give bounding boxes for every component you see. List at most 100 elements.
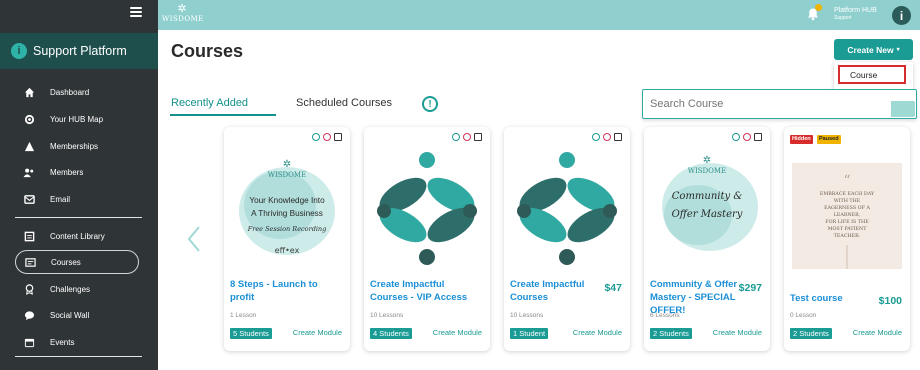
course-price: $297 xyxy=(738,282,762,294)
student-count-badge[interactable]: 2 Students xyxy=(650,328,692,339)
quote-thumbnail: “ EMBRACE EACH DAY WITH THE EAGERNESS OF… xyxy=(792,163,902,269)
sidebar-item-content-library[interactable]: Content Library xyxy=(15,224,139,248)
caret-down-icon: ▾ xyxy=(896,47,900,53)
sidebar-item-label: Content Library xyxy=(50,231,105,241)
sidebar-item-label: Email xyxy=(50,194,71,204)
thumb-line-1: Community & xyxy=(672,191,743,202)
quote-line: TEACHER. xyxy=(834,233,861,239)
sidebar-item-email[interactable]: Email xyxy=(15,187,139,211)
edit-icon[interactable] xyxy=(452,133,460,141)
page-title: Courses xyxy=(171,41,244,61)
create-module-link[interactable]: Create Module xyxy=(293,328,342,337)
menu-item-course[interactable]: Course xyxy=(838,65,906,84)
logo-wordmark: WISDOME xyxy=(162,15,204,23)
alert-icon[interactable]: ! xyxy=(422,96,438,112)
course-card[interactable]: Create Impactful Courses $47 10 Lessons … xyxy=(504,127,630,351)
quote-line: EAGERNESS OF A xyxy=(824,205,870,211)
tab-scheduled-courses[interactable]: Scheduled Courses xyxy=(296,97,392,109)
sidebar-item-courses[interactable]: Courses xyxy=(15,250,139,274)
sidebar-item-social-wall[interactable]: Social Wall xyxy=(15,303,139,327)
delete-icon[interactable] xyxy=(743,133,751,141)
edit-icon[interactable] xyxy=(732,133,740,141)
create-module-link[interactable]: Create Module xyxy=(433,328,482,337)
butterfly-logo-icon xyxy=(377,152,477,265)
tab-recently-added[interactable]: Recently Added xyxy=(171,97,248,109)
sidebar-item-dashboard[interactable]: Dashboard xyxy=(15,80,139,104)
brand-logo[interactable]: ✲ WISDOME xyxy=(162,3,204,28)
logo-mark-icon: ✲ xyxy=(177,3,187,15)
copy-icon[interactable] xyxy=(474,133,482,141)
sidebar-divider xyxy=(15,356,142,357)
student-count-badge[interactable]: 4 Students xyxy=(370,328,412,339)
hamburger-menu-icon[interactable] xyxy=(130,7,142,17)
copy-icon[interactable] xyxy=(614,133,622,141)
student-count-badge[interactable]: 2 Students xyxy=(790,328,832,339)
student-count-badge[interactable]: 1 Student xyxy=(510,328,549,339)
copy-icon[interactable] xyxy=(754,133,762,141)
library-icon xyxy=(23,230,35,242)
thumb-line-1: Your Knowledge Into xyxy=(249,196,325,205)
brand-bar: i Support Platform xyxy=(0,33,158,69)
sidebar-item-label: Dashboard xyxy=(50,87,90,97)
thumb-wisdome-word: WISDOME xyxy=(268,171,306,179)
course-price: $47 xyxy=(604,282,622,294)
butterfly-logo-icon xyxy=(517,152,617,265)
copy-icon[interactable] xyxy=(334,133,342,141)
sidebar-item-memberships[interactable]: Memberships xyxy=(15,134,139,158)
user-name: Platform HUB xyxy=(834,7,877,14)
course-card[interactable]: Hidden Paused “ EMBRACE EACH DAY WITH TH… xyxy=(784,127,910,351)
course-card[interactable]: ✲ WISDOME Your Knowledge Into A Thriving… xyxy=(224,127,350,351)
search-box xyxy=(642,89,917,119)
user-role: Support xyxy=(834,15,852,21)
course-title[interactable]: Create Impactful Courses xyxy=(510,278,610,304)
hidden-badge: Hidden xyxy=(790,135,813,144)
edit-icon[interactable] xyxy=(592,133,600,141)
card-tools xyxy=(312,133,342,141)
thumb-wisdome-word: WISDOME xyxy=(688,167,726,175)
monitor-icon xyxy=(24,256,36,268)
sidebar-header xyxy=(0,0,158,32)
create-new-button[interactable]: Create New ▾ xyxy=(834,39,913,60)
quote-line: LEARNER, xyxy=(834,212,861,218)
course-title[interactable]: Create Impactful Courses - VIP Access xyxy=(370,278,470,304)
course-card[interactable]: Create Impactful Courses - VIP Access 10… xyxy=(364,127,490,351)
course-title[interactable]: 8 Steps - Launch to profit xyxy=(230,278,330,304)
carousel-prev-arrow-icon[interactable] xyxy=(186,225,202,253)
delete-icon[interactable] xyxy=(463,133,471,141)
info-icon[interactable]: i xyxy=(892,6,911,25)
lesson-count: 0 Lesson xyxy=(790,312,817,319)
home-icon xyxy=(23,86,35,98)
pyramid-icon xyxy=(23,140,35,152)
info-circle-icon: i xyxy=(11,43,27,59)
quote-mark: “ xyxy=(843,173,850,189)
active-tab-indicator xyxy=(170,114,276,116)
sidebar-item-label: Your HUB Map xyxy=(50,114,104,124)
lesson-count: 6 Lessons xyxy=(650,312,680,319)
search-button[interactable] xyxy=(891,101,915,117)
create-module-link[interactable]: Create Module xyxy=(573,328,622,337)
sidebar-item-hub-map[interactable]: Your HUB Map xyxy=(15,107,139,131)
card-tools xyxy=(592,133,622,141)
thumb-script: Free Session Recording xyxy=(247,225,327,233)
course-thumbnail: ✲ WISDOME Community & Offer Mastery xyxy=(662,155,758,251)
create-module-link[interactable]: Create Module xyxy=(713,328,762,337)
create-module-link[interactable]: Create Module xyxy=(853,328,902,337)
course-card[interactable]: ✲ WISDOME Community & Offer Mastery Comm… xyxy=(644,127,770,351)
edit-icon[interactable] xyxy=(312,133,320,141)
sidebar-item-members[interactable]: Members xyxy=(15,160,139,184)
course-title[interactable]: Test course xyxy=(790,292,890,305)
quote-line: WITH THE xyxy=(834,198,861,204)
thumb-line-2: Offer Mastery xyxy=(672,209,743,220)
sidebar-item-challenges[interactable]: Challenges xyxy=(15,277,139,301)
lesson-count: 10 Lessons xyxy=(370,312,404,319)
chat-icon xyxy=(23,309,35,321)
search-input[interactable] xyxy=(650,98,850,110)
quote-line: FOR LIFE IS THE xyxy=(825,219,869,225)
delete-icon[interactable] xyxy=(603,133,611,141)
delete-icon[interactable] xyxy=(323,133,331,141)
notification-badge xyxy=(815,4,822,11)
card-tools xyxy=(732,133,762,141)
sidebar-item-events[interactable]: Events xyxy=(15,330,139,354)
quote-line: MOST PATIENT xyxy=(828,226,868,232)
student-count-badge[interactable]: 5 Students xyxy=(230,328,272,339)
